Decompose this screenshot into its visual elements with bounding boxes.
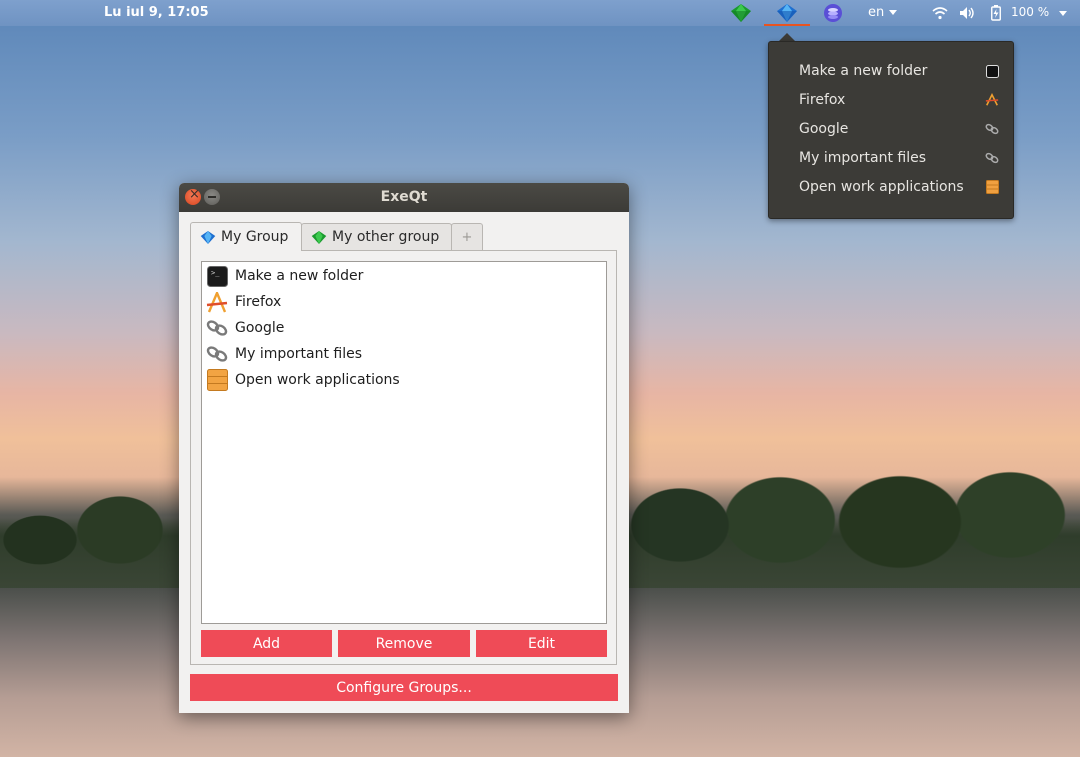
battery-icon[interactable] xyxy=(988,3,1004,23)
link-icon xyxy=(206,343,228,365)
tray-menu-item-google[interactable]: Google xyxy=(799,118,999,140)
configure-groups-button[interactable]: Configure Groups... xyxy=(190,674,618,701)
edit-button[interactable]: Edit xyxy=(476,630,607,657)
tab-my-other-group[interactable]: My other group xyxy=(301,223,452,250)
action-list[interactable]: >_ Make a new folder Firefox Google My i… xyxy=(201,261,607,624)
wifi-icon[interactable] xyxy=(930,3,950,23)
remove-button[interactable]: Remove xyxy=(338,630,470,657)
blue-diamond-icon xyxy=(200,230,216,244)
archive-icon xyxy=(985,180,999,194)
active-tray-indicator xyxy=(764,24,810,26)
add-tab-button[interactable]: + xyxy=(451,223,483,250)
tray-menu-item-firefox[interactable]: Firefox xyxy=(799,89,999,111)
tray-green-exeqt-icon[interactable] xyxy=(729,3,753,23)
battery-percentage[interactable]: 100 % xyxy=(1011,5,1049,19)
tray-popup-menu: Make a new folder Firefox Google My impo… xyxy=(768,41,1014,219)
volume-icon[interactable] xyxy=(957,3,977,23)
tray-menu-item-make-new-folder[interactable]: Make a new folder xyxy=(799,60,999,82)
firefox-icon xyxy=(985,93,999,107)
link-icon xyxy=(985,151,999,165)
tray-menu-item-open-work-applications[interactable]: Open work applications xyxy=(799,176,999,198)
popup-arrow xyxy=(779,33,795,41)
list-item-firefox[interactable]: Firefox xyxy=(206,289,602,315)
list-item-my-important-files[interactable]: My important files xyxy=(206,341,602,367)
add-button[interactable]: Add xyxy=(201,630,332,657)
window-title: ExeQt xyxy=(380,189,428,205)
svg-text:>_: >_ xyxy=(211,269,220,277)
list-item-google[interactable]: Google xyxy=(206,315,602,341)
window-titlebar[interactable]: ExeQt xyxy=(179,183,629,212)
archive-icon xyxy=(206,369,228,391)
green-diamond-icon xyxy=(311,230,327,244)
chevron-down-icon xyxy=(889,10,898,15)
list-item-make-new-folder[interactable]: >_ Make a new folder xyxy=(206,263,602,289)
add-tab-icon: + xyxy=(461,229,473,245)
tab-panel-my-group: >_ Make a new folder Firefox Google My i… xyxy=(190,250,617,665)
link-icon xyxy=(206,317,228,339)
top-panel: Lu iul 9, 17:05 en 100 % xyxy=(0,0,1080,26)
terminal-icon: >_ xyxy=(206,265,228,287)
tray-blue-exeqt-icon[interactable] xyxy=(775,3,799,23)
link-icon xyxy=(985,122,999,136)
system-menu-chevron-icon[interactable] xyxy=(1059,11,1067,16)
tab-my-group[interactable]: My Group xyxy=(190,222,302,251)
firefox-icon xyxy=(206,291,228,313)
exeqt-window: ExeQt My Group My other group + xyxy=(179,183,629,713)
terminal-icon xyxy=(985,64,999,78)
tray-menu-item-my-important-files[interactable]: My important files xyxy=(799,147,999,169)
tray-stack-icon[interactable] xyxy=(821,3,845,23)
list-item-open-work-applications[interactable]: Open work applications xyxy=(206,367,602,393)
language-indicator[interactable]: en xyxy=(868,5,898,20)
clock[interactable]: Lu iul 9, 17:05 xyxy=(104,5,209,20)
